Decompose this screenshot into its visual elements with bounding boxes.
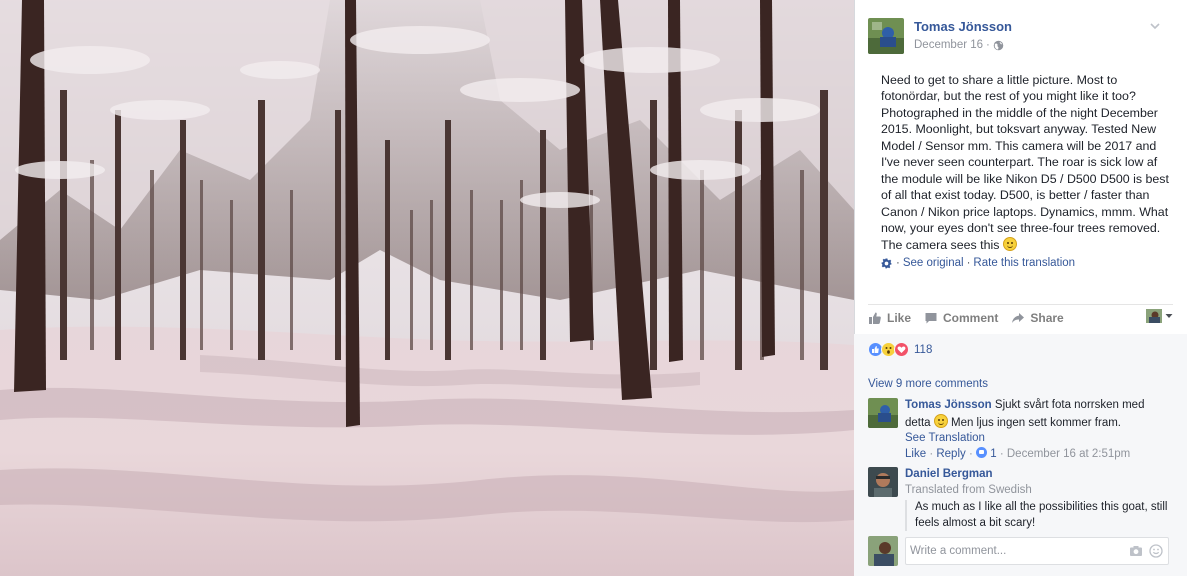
share-arrow-icon [1012, 313, 1025, 323]
post-header: Tomas Jönsson December 16 · [868, 18, 1173, 58]
comment-timestamp[interactable]: December 16 at 2:51pm [1007, 448, 1130, 460]
like-button[interactable]: Like [868, 311, 911, 325]
divider [868, 304, 1173, 305]
camera-icon[interactable] [1129, 544, 1143, 558]
comment-reply-link[interactable]: Reply [936, 448, 965, 460]
comment-like-count[interactable]: 1 [990, 448, 996, 460]
commenter-avatar[interactable] [868, 398, 898, 428]
gear-icon[interactable] [881, 257, 892, 269]
comment-icon [925, 313, 937, 324]
post-actions: Like Comment Share [868, 309, 1173, 327]
comment-meta: Like · Reply · 1 · December 16 at 2:51pm [905, 446, 1130, 460]
translated-from-label: Translated from Swedish [905, 483, 1032, 496]
post-panel: Tomas Jönsson December 16 · Need to get … [854, 0, 1187, 576]
see-translation-link[interactable]: See Translation [905, 432, 985, 444]
meta-separator: · [999, 447, 1004, 460]
comment-label: Comment [943, 311, 999, 325]
translation-separator: · [896, 257, 900, 269]
translation-separator: · [966, 257, 971, 269]
author-avatar[interactable] [868, 18, 904, 54]
smiley-icon [1002, 236, 1017, 251]
post-photo[interactable] [0, 0, 854, 576]
viewer-avatar [1146, 309, 1162, 323]
chevron-down-icon[interactable] [1147, 18, 1163, 34]
translation-row: · See original · Rate this translation [881, 257, 1075, 269]
share-label: Share [1030, 311, 1064, 325]
view-more-comments-link[interactable]: View 9 more comments [868, 378, 988, 390]
comment-item: Daniel Bergman Translated from Swedish A… [868, 467, 1173, 531]
comment-author[interactable]: Tomas Jönsson [905, 399, 992, 411]
comment-body: Daniel Bergman Translated from Swedish A… [905, 467, 1173, 531]
comment-text-continued: Men ljus ingen sett kommer fram. [950, 416, 1121, 429]
post-author-name[interactable]: Tomas Jönsson [914, 19, 1012, 34]
comment-text: As much as I like all the possibilities … [905, 500, 1173, 531]
comment-body: Tomas Jönsson Sjukt svårt fota norrsken … [905, 398, 1173, 462]
emoji-icon[interactable] [1149, 544, 1163, 558]
post-as-selector[interactable] [1146, 309, 1173, 323]
smiley-icon [933, 413, 948, 428]
globe-icon[interactable] [993, 40, 1004, 51]
comment-author[interactable]: Daniel Bergman [905, 468, 993, 480]
love-reaction-icon [894, 342, 909, 357]
post-meta: December 16 · [914, 39, 1004, 51]
meta-separator: · [986, 39, 990, 51]
thumbs-up-icon [869, 312, 881, 324]
comment-item: Tomas Jönsson Sjukt svårt fota norrsken … [868, 398, 1173, 462]
like-label: Like [887, 311, 912, 325]
meta-separator: · [929, 447, 934, 460]
post-body-text: Need to get to share a little picture. M… [881, 73, 1169, 252]
write-comment-row [868, 536, 1173, 566]
see-original-link[interactable]: See original [903, 257, 964, 269]
reactions-summary[interactable]: 118 [868, 342, 932, 357]
like-count-icon [976, 446, 988, 458]
post-text: Need to get to share a little picture. M… [881, 72, 1171, 253]
commenter-avatar[interactable] [868, 467, 898, 497]
comment-like-link[interactable]: Like [905, 448, 926, 460]
rate-translation-link[interactable]: Rate this translation [973, 257, 1075, 269]
comment-button[interactable]: Comment [924, 311, 998, 325]
reaction-count[interactable]: 118 [914, 344, 932, 356]
share-button[interactable]: Share [1011, 311, 1064, 325]
post-date[interactable]: December 16 [914, 39, 983, 51]
current-user-avatar [868, 536, 898, 566]
meta-separator: · [968, 447, 973, 460]
caret-down-icon [1165, 314, 1173, 318]
snowy-forest-photo [0, 0, 854, 576]
